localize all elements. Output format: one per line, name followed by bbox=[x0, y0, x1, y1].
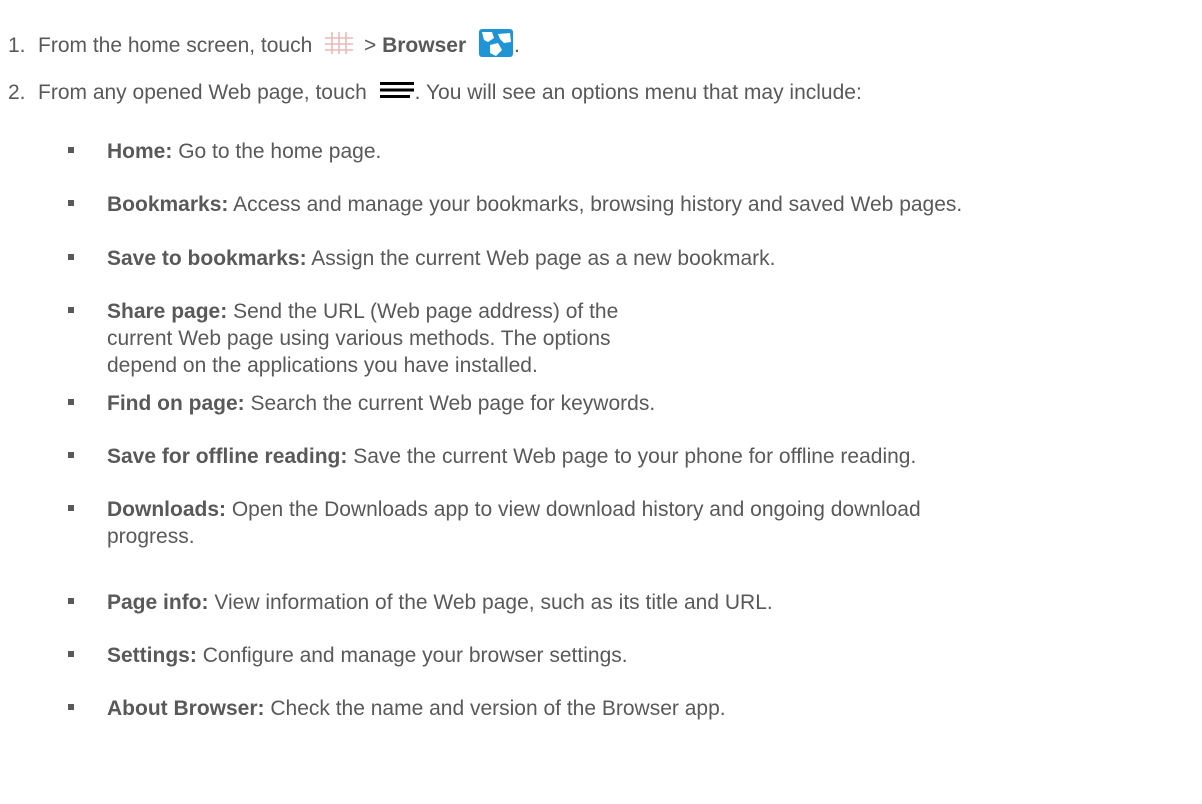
option-term: Save to bookmarks: bbox=[107, 247, 307, 270]
option-term: Save for offline reading: bbox=[107, 445, 348, 468]
separator: > bbox=[363, 34, 377, 58]
bullet-marker bbox=[68, 254, 74, 260]
step-number: 1. bbox=[8, 34, 26, 58]
step-1: 1. From the home screen, touch > Browser bbox=[8, 28, 520, 65]
bullet-marker bbox=[68, 651, 74, 657]
option-term: Settings: bbox=[107, 644, 197, 667]
option-description: Save the current Web page to your phone … bbox=[353, 445, 917, 468]
option-description: Check the name and version of the Browse… bbox=[270, 697, 726, 720]
option-description: Assign the current Web page as a new boo… bbox=[311, 247, 776, 270]
instruction-document: 1. From the home screen, touch > Browser bbox=[0, 0, 1202, 804]
list-item-text: Find on page: Search the current Web pag… bbox=[107, 390, 1197, 417]
option-description: View information of the Web page, such a… bbox=[214, 591, 773, 614]
option-term: About Browser: bbox=[107, 697, 265, 720]
browser-globe-icon bbox=[478, 28, 514, 65]
option-term: Bookmarks: bbox=[107, 193, 229, 216]
step-suffix: . bbox=[513, 34, 520, 58]
step-number: 2. bbox=[8, 81, 26, 105]
step-text: From any opened Web page, touch bbox=[38, 81, 367, 105]
option-term: Find on page: bbox=[107, 392, 245, 415]
bullet-marker bbox=[68, 598, 74, 604]
list-item-text: About Browser: Check the name and versio… bbox=[107, 695, 1197, 722]
list-item-text: Downloads: Open the Downloads app to vie… bbox=[107, 496, 982, 550]
list-item-text: Home: Go to the home page. bbox=[107, 138, 1197, 165]
option-description: Search the current Web page for keywords… bbox=[250, 392, 656, 415]
bullet-marker bbox=[68, 147, 74, 153]
list-item-text: Settings: Configure and manage your brow… bbox=[107, 642, 1197, 669]
bullet-marker bbox=[68, 399, 74, 405]
bullet-marker bbox=[68, 200, 74, 206]
list-item-text: Page info: View information of the Web p… bbox=[107, 589, 1197, 616]
bullet-marker bbox=[68, 704, 74, 710]
apps-grid-icon bbox=[324, 31, 354, 62]
menu-icon bbox=[379, 80, 415, 107]
option-description: Go to the home page. bbox=[178, 140, 382, 163]
step-suffix: . You will see an options menu that may … bbox=[414, 81, 862, 105]
list-item-text: Save to bookmarks: Assign the current We… bbox=[107, 245, 1197, 272]
list-item-text: Share page: Send the URL (Web page addre… bbox=[107, 298, 667, 379]
bullet-marker bbox=[68, 307, 74, 313]
option-term: Page info: bbox=[107, 591, 209, 614]
bullet-marker bbox=[68, 505, 74, 511]
step-text: From the home screen, touch bbox=[38, 34, 313, 58]
list-item-text: Save for offline reading: Save the curre… bbox=[107, 443, 1197, 470]
bullet-marker bbox=[68, 452, 74, 458]
option-term: Share page: bbox=[107, 300, 228, 323]
option-description: Open the Downloads app to view download … bbox=[107, 498, 921, 548]
option-term: Downloads: bbox=[107, 498, 226, 521]
list-item-text: Bookmarks: Access and manage your bookma… bbox=[107, 191, 1197, 218]
step-2: 2. From any opened Web page, touch . You … bbox=[8, 80, 862, 107]
option-description: Configure and manage your browser settin… bbox=[202, 644, 628, 667]
option-term: Home: bbox=[107, 140, 173, 163]
option-description: Access and manage your bookmarks, browsi… bbox=[233, 193, 963, 216]
app-name: Browser bbox=[382, 34, 467, 58]
